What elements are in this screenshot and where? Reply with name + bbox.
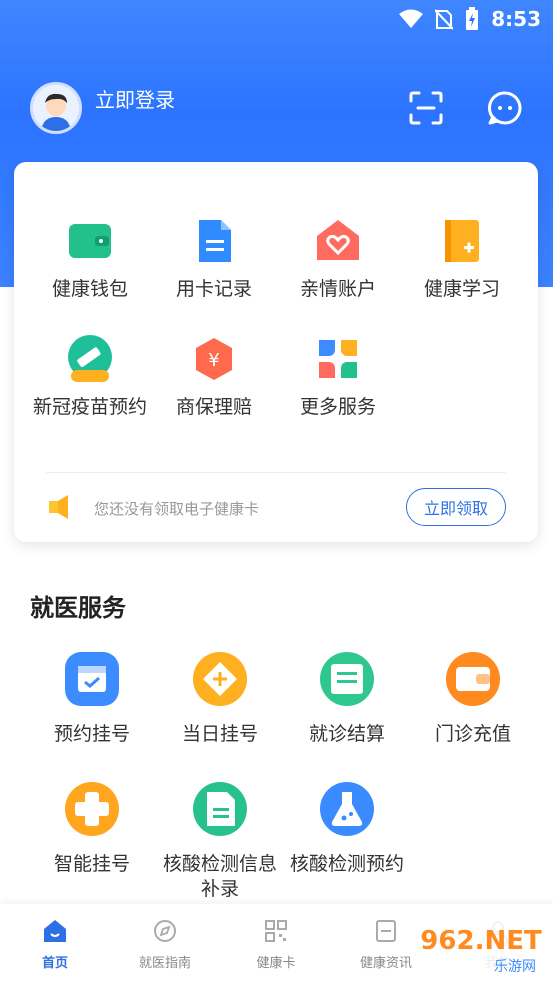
nav-label: 首页: [41, 956, 68, 971]
nav-guide[interactable]: 就医指南: [110, 904, 220, 983]
receipt-icon: [320, 652, 374, 706]
grid-item-card-records[interactable]: 用卡记录: [154, 216, 274, 302]
grid-item-wallet[interactable]: 健康钱包: [30, 216, 150, 302]
no-sim-icon: [435, 9, 454, 30]
compass-icon: [154, 920, 176, 942]
section-title: 就医服务: [30, 594, 126, 622]
service-nucleic-appointment[interactable]: 核酸检测预约: [282, 780, 412, 877]
service-smart-registration[interactable]: 智能挂号: [27, 780, 157, 877]
status-bar: 8:53: [399, 6, 541, 32]
wallet-card-icon: [446, 652, 500, 706]
grid-item-family[interactable]: 亲情账户: [278, 216, 398, 302]
grid-label: 新冠疫苗预约: [32, 396, 147, 418]
service-label: 智能挂号: [53, 853, 130, 875]
nav-label: 健康卡: [256, 956, 296, 971]
service-label: 核酸检测预约: [289, 853, 404, 875]
yen-icon: ¥: [196, 338, 232, 380]
watermark-logo: 962.NET 乐游网: [415, 917, 547, 977]
avatar[interactable]: [30, 82, 82, 134]
grid-item-insurance-claim[interactable]: ¥ 商保理赔: [154, 334, 274, 420]
claim-health-card-button[interactable]: 立即领取: [406, 488, 506, 526]
flask-icon: [320, 782, 374, 836]
nav-home[interactable]: 首页: [0, 904, 110, 983]
svg-text:乐游网: 乐游网: [494, 959, 536, 975]
svg-text:962.NET: 962.NET: [420, 926, 542, 956]
service-label: 就诊结算: [308, 723, 385, 745]
battery-charging-icon: [466, 7, 479, 30]
nav-label: 就医指南: [138, 956, 191, 971]
wifi-icon: [399, 9, 424, 28]
login-link[interactable]: 立即登录: [95, 84, 175, 113]
book-plus-icon: [445, 220, 479, 262]
service-label: 预约挂号: [53, 723, 130, 745]
grid-label: 更多服务: [299, 396, 376, 418]
service-appointment[interactable]: 预约挂号: [27, 650, 157, 747]
grid-label: 健康学习: [423, 278, 500, 300]
news-icon: [376, 920, 396, 942]
service-same-day[interactable]: 当日挂号: [155, 650, 285, 747]
grid-label: 健康钱包: [51, 278, 128, 300]
grid-label: 商保理赔: [175, 396, 252, 418]
service-label: 当日挂号: [181, 723, 258, 745]
quick-access-card: 健康钱包 用卡记录 亲情账户 健康学习 新冠疫苗预约 ¥ 商保理赔 更多服务 您…: [14, 162, 538, 542]
service-label: 门诊充值: [434, 723, 511, 745]
qrcode-icon: [265, 920, 287, 942]
avatar-illustration-icon: [33, 85, 79, 131]
grid-item-more-services[interactable]: 更多服务: [278, 334, 398, 420]
grid-item-vaccine[interactable]: 新冠疫苗预约: [30, 334, 150, 420]
more-grid-icon: [319, 340, 357, 378]
card-divider: [46, 472, 506, 473]
wallet-icon: [69, 224, 111, 258]
health-card-notice: 您还没有领取电子健康卡: [94, 500, 260, 518]
document-icon: [199, 220, 231, 262]
status-time: 8:53: [491, 7, 541, 31]
grid-item-health-learning[interactable]: 健康学习: [402, 216, 522, 302]
grid-label: 用卡记录: [175, 278, 252, 300]
svg-text:¥: ¥: [208, 350, 219, 371]
service-recharge[interactable]: 门诊充值: [408, 650, 538, 747]
service-settlement[interactable]: 就诊结算: [282, 650, 412, 747]
message-icon[interactable]: [487, 90, 523, 126]
family-heart-icon: [317, 220, 359, 260]
file-text-icon: [193, 782, 247, 836]
home-icon: [44, 920, 66, 942]
scan-icon[interactable]: [408, 90, 444, 126]
calendar-check-icon: [65, 652, 119, 706]
diamond-plus-icon: [193, 652, 247, 706]
grid-label: 亲情账户: [299, 278, 376, 300]
cross-icon: [65, 782, 119, 836]
vaccine-icon: [68, 335, 112, 382]
service-label: 核酸检测信息补录: [162, 853, 277, 900]
service-nucleic-info[interactable]: 核酸检测信息补录: [155, 780, 285, 902]
nav-health-card[interactable]: 健康卡: [221, 904, 331, 983]
speaker-icon: [49, 495, 68, 519]
